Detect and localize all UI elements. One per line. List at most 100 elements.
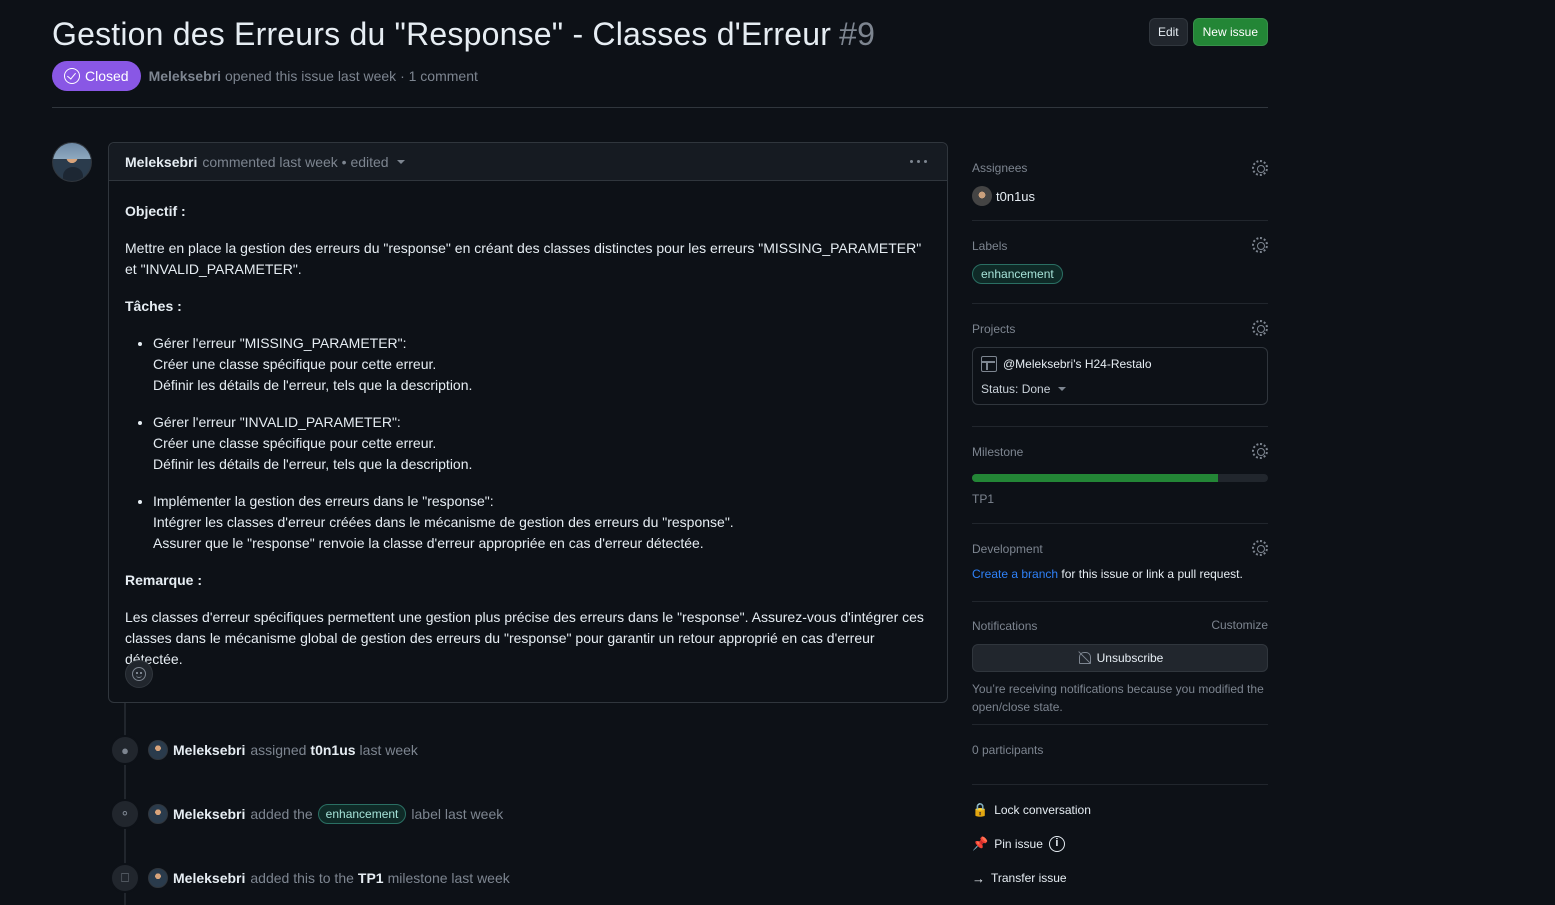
task-line: Assurer que le "response" renvoie la cla… (153, 535, 704, 551)
assignee-name: t0n1us (996, 188, 1036, 204)
taches-heading: Tâches : (125, 298, 182, 314)
task-line: Créer une classe spécifique pour cette e… (153, 435, 437, 451)
arrow-right-icon: → (972, 870, 985, 886)
list-item: Gérer l'erreur "INVALID_PARAMETER": Crée… (153, 412, 931, 475)
person-icon: ● (110, 735, 140, 765)
participants-section: 0 participants (972, 725, 1268, 785)
comment-meta[interactable]: commented last week • edited (202, 154, 388, 170)
edit-button[interactable]: Edit (1148, 18, 1188, 46)
task-title: Implémenter la gestion des erreurs dans … (153, 493, 494, 509)
check-circle-icon (64, 68, 80, 84)
event-time: label last week (411, 806, 504, 822)
gear-icon[interactable] (1252, 160, 1268, 176)
event-target[interactable]: TP1 (358, 870, 384, 886)
comment-body: Objectif : Mettre en place la gestion de… (109, 181, 947, 670)
label-pill[interactable]: enhancement (317, 804, 407, 824)
projects-title: Projects (972, 322, 1016, 336)
timeline-event-milestone: ⎕ Meleksebri added this to the TP1 miles… (110, 863, 510, 893)
remarque-heading: Remarque : (125, 572, 203, 588)
tag-icon: ⚬ (110, 799, 140, 829)
kebab-menu-icon[interactable] (910, 160, 927, 163)
issue-title-text: Gestion des Erreurs du "Response" - Clas… (52, 16, 832, 52)
event-actor[interactable]: Meleksebri (173, 870, 245, 886)
task-line: Créer une classe spécifique pour cette e… (153, 356, 437, 372)
milestone-progress (972, 474, 1268, 482)
remarque-text: Les classes d'erreur spécifiques permett… (125, 609, 924, 667)
new-issue-button[interactable]: New issue (1192, 18, 1268, 46)
avatar[interactable] (148, 740, 168, 760)
event-time[interactable]: last week (360, 742, 418, 758)
notifications-section: Notifications Customize Unsubscribe You’… (972, 602, 1268, 725)
milestone-icon: ⎕ (110, 863, 140, 893)
task-list: Gérer l'erreur "MISSING_PARAMETER": Crée… (153, 333, 931, 554)
event-text: added the (250, 806, 313, 822)
event-target[interactable]: t0n1us (310, 742, 355, 758)
customize-link[interactable]: Customize (1211, 618, 1268, 632)
issue-meta-text: opened this issue last week · 1 comment (224, 68, 478, 84)
event-time: milestone last week (387, 870, 510, 886)
comment-header: Meleksebri commented last week • edited (109, 143, 947, 181)
chevron-down-icon (1058, 387, 1067, 391)
objectif-heading: Objectif : (125, 203, 186, 219)
add-reaction-button[interactable] (125, 660, 153, 688)
assignees-title: Assignees (972, 161, 1028, 175)
event-actor[interactable]: Meleksebri (173, 742, 245, 758)
event-text: added this to the (250, 870, 354, 886)
progress-fill (972, 474, 1218, 482)
development-text: Create a branch for this issue or link a… (972, 567, 1268, 581)
lock-conversation-button[interactable]: 🔒 Lock conversation (972, 793, 1268, 827)
project-status[interactable]: Status: Done (981, 382, 1259, 396)
development-title: Development (972, 542, 1043, 556)
gear-icon[interactable] (1252, 540, 1268, 556)
issue-number: #9 (839, 16, 876, 52)
label-pill[interactable]: enhancement (972, 264, 1063, 284)
chevron-down-icon[interactable] (396, 159, 405, 164)
issue-comment: Meleksebri commented last week • edited … (108, 142, 948, 703)
create-branch-link[interactable]: Create a branch (972, 567, 1058, 581)
issue-meta: Closed Meleksebri opened this issue last… (52, 61, 478, 91)
labels-title: Labels (972, 239, 1008, 253)
table-icon (981, 356, 997, 372)
list-item: Gérer l'erreur "MISSING_PARAMETER": Crée… (153, 333, 931, 396)
event-text: assigned (250, 742, 307, 758)
timeline-event-assigned: ● Meleksebri assigned t0n1us last week (110, 735, 418, 765)
status-label: Closed (85, 68, 129, 84)
unsubscribe-label: Unsubscribe (1096, 651, 1164, 665)
issue-header: Gestion des Erreurs du "Response" - Clas… (52, 14, 1268, 108)
avatar[interactable] (148, 804, 168, 824)
unsubscribe-button[interactable]: Unsubscribe (972, 644, 1268, 672)
task-line: Définir les détails de l'erreur, tels qu… (153, 456, 473, 472)
task-title: Gérer l'erreur "MISSING_PARAMETER": (153, 335, 407, 351)
participants-count: 0 participants (972, 743, 1044, 757)
timeline-event-labeled: ⚬ Meleksebri added the enhancement label… (110, 799, 503, 829)
project-name[interactable]: @Meleksebri's H24-Restalo (1003, 357, 1152, 371)
pin-issue-button[interactable]: 📌 Pin issue i (972, 827, 1268, 861)
gear-icon[interactable] (1252, 320, 1268, 336)
development-section: Development Create a branch for this iss… (972, 524, 1268, 602)
transfer-label: Transfer issue (991, 871, 1067, 885)
issue-sidebar: Assignees t0n1us Labels enhancement Proj… (972, 142, 1268, 895)
notifications-note: You’re receiving notifications because y… (972, 682, 1264, 714)
development-hint: for this issue or link a pull request. (1058, 567, 1243, 581)
avatar[interactable] (148, 868, 168, 888)
comment-author-link[interactable]: Meleksebri (125, 154, 197, 170)
transfer-issue-button[interactable]: → Transfer issue (972, 861, 1268, 895)
info-icon[interactable]: i (1048, 836, 1065, 852)
issue-author-link[interactable]: Meleksebri (149, 68, 221, 84)
task-title: Gérer l'erreur "INVALID_PARAMETER": (153, 414, 401, 430)
gear-icon[interactable] (1252, 443, 1268, 459)
lock-label: Lock conversation (994, 803, 1091, 817)
gear-icon[interactable] (1252, 237, 1268, 253)
task-line: Intégrer les classes d'erreur créées dan… (153, 514, 734, 530)
projects-section: Projects @Meleksebri's H24-Restalo Statu… (972, 304, 1268, 427)
issue-title: Gestion des Erreurs du "Response" - Clas… (52, 16, 875, 53)
list-item: Implémenter la gestion des erreurs dans … (153, 491, 931, 554)
milestone-name[interactable]: TP1 (972, 492, 1268, 506)
project-card: @Meleksebri's H24-Restalo Status: Done (972, 347, 1268, 405)
event-actor[interactable]: Meleksebri (173, 806, 245, 822)
milestone-section: Milestone TP1 (972, 427, 1268, 524)
avatar[interactable] (52, 142, 92, 182)
assignee-item[interactable]: t0n1us (972, 186, 1268, 206)
smiley-icon (132, 667, 146, 681)
task-line: Définir les détails de l'erreur, tels qu… (153, 377, 473, 393)
